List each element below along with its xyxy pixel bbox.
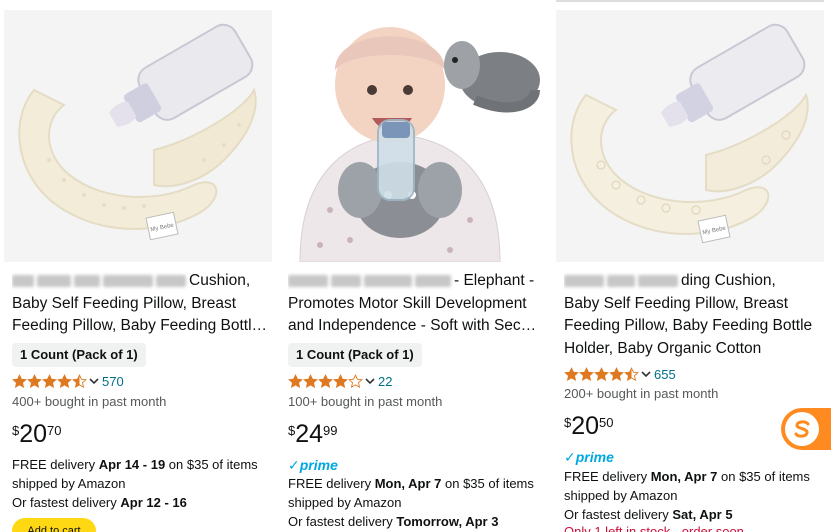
delivery-suffix: on $35 of items [441,476,534,491]
price[interactable]: $2499 [288,420,338,449]
price-symbol: $ [12,423,20,438]
title-line-1: - Elephant - [454,272,535,289]
add-to-cart-button[interactable]: Add to cart [12,518,96,532]
price-symbol: $ [288,423,296,438]
title-line-3: Feeding Pillow, Baby Feeding Bottl… [12,317,268,335]
prime-badge: ✓ prime [288,456,338,474]
delivery-info: FREE delivery Mon, Apr 7 on $35 of items… [288,474,550,531]
star-rating [288,373,363,389]
product-title-1[interactable]: Cushion, Baby Self Feeding Pillow, Breas… [12,270,268,338]
star-icon [564,366,579,381]
product-image-1[interactable]: My Bebe [4,10,272,262]
checkmark-icon: ✓ [564,448,576,465]
title-line-2: Promotes Motor Skill Development [288,294,527,312]
fastest-prefix: Or fastest delivery [564,507,673,522]
price-whole: 20 [19,420,48,448]
star-icon [318,373,333,388]
star-icon [333,373,348,388]
product-image-2[interactable] [280,10,548,262]
product-title-2[interactable]: - Elephant - Promotes Motor Skill Develo… [288,270,544,338]
price-symbol: $ [564,415,572,430]
prime-badge: ✓ prime [564,448,614,466]
delivery-prefix: FREE delivery [12,457,99,472]
fastest-date: Tomorrow, Apr 3 [396,514,499,529]
rating-row[interactable]: 570 [12,372,124,390]
fastest-date: Apr 12 - 16 [120,495,187,510]
product-title-3[interactable]: ding Cushion, Baby Self Feeding Pillow, … [564,270,820,360]
chevron-down-icon[interactable] [88,375,100,387]
star-icon [12,373,27,388]
shipped-by: shipped by Amazon [564,488,678,503]
title-line-1: Cushion, [189,272,251,289]
star-icon [579,366,594,381]
title-line-2: Baby Self Feeding Pillow, Breast [12,294,237,312]
star-icon [609,366,624,381]
rating-count[interactable]: 655 [654,367,676,382]
price[interactable]: $2050 [564,412,614,441]
fastest-prefix: Or fastest delivery [12,495,121,510]
delivery-date: Mon, Apr 7 [374,476,442,491]
extension-s-icon[interactable] [785,412,819,446]
rating-count[interactable]: 570 [102,374,124,389]
title-line-3: and Independence - Soft with Sec… [288,317,537,335]
star-icon [288,373,303,388]
shipped-by: shipped by Amazon [12,476,126,491]
star-icon [27,373,42,388]
fastest-date: Sat, Apr 5 [672,507,733,522]
star-icon [72,373,87,388]
title-line-3: Feeding Pillow, Baby Feeding Bottle [564,317,813,335]
baby-elephant-image [280,10,548,262]
bought-count: 200+ bought in past month [564,386,719,401]
rating-row[interactable]: 655 [564,365,676,383]
delivery-date: Mon, Apr 7 [650,469,718,484]
product-image-3[interactable]: My Bebe [556,10,824,262]
shipped-by: shipped by Amazon [288,495,402,510]
chevron-down-icon[interactable] [640,368,652,380]
title-line-4: Holder, Baby Organic Cotton [564,339,762,357]
pack-size-badge: 1 Count (Pack of 1) [12,343,146,367]
delivery-info: FREE delivery Mon, Apr 7 on $35 of items… [564,467,826,524]
price-fraction: 50 [599,415,614,430]
bought-count: 100+ bought in past month [288,394,443,409]
delivery-info: FREE delivery Apr 14 - 19 on $35 of item… [12,455,274,512]
star-icon [594,366,609,381]
star-icon [57,373,72,388]
star-icon [624,366,639,381]
rating-count[interactable]: 22 [378,374,392,389]
product-card-2: - Elephant - Promotes Motor Skill Develo… [280,0,548,532]
chevron-down-icon[interactable] [364,375,376,387]
delivery-suffix: on $35 of items [165,457,258,472]
price-whole: 24 [295,420,324,448]
low-stock-notice: Only 1 left in stock - order soon. [564,524,748,532]
delivery-suffix: on $35 of items [717,469,810,484]
prime-label: prime [575,449,614,465]
title-line-2: Baby Self Feeding Pillow, Breast [564,294,789,312]
bought-count: 400+ bought in past month [12,394,167,409]
fastest-prefix: Or fastest delivery [288,514,397,529]
price[interactable]: $2070 [12,420,62,449]
star-rating [12,373,87,389]
star-rating [564,366,639,382]
star-icon [348,373,363,388]
price-whole: 20 [571,412,600,440]
checkmark-icon: ✓ [288,456,300,473]
delivery-prefix: FREE delivery [564,469,651,484]
title-line-1: ding Cushion, [681,272,776,289]
pillow-bottle-image: My Bebe [556,10,824,262]
extension-widget[interactable] [781,408,831,450]
price-fraction: 99 [323,423,338,438]
product-card-3: My Bebe ding Cushion, Baby Self Feeding … [556,0,824,532]
pack-size-badge: 1 Count (Pack of 1) [288,343,422,367]
product-card-1: My Bebe Cushion, Baby Self Feeding Pillo… [4,0,272,532]
star-icon [42,373,57,388]
price-fraction: 70 [47,423,62,438]
prime-label: prime [299,457,338,473]
rating-row[interactable]: 22 [288,372,392,390]
star-icon [303,373,318,388]
pillow-bottle-image: My Bebe [4,10,272,262]
delivery-prefix: FREE delivery [288,476,375,491]
delivery-date: Apr 14 - 19 [98,457,166,472]
